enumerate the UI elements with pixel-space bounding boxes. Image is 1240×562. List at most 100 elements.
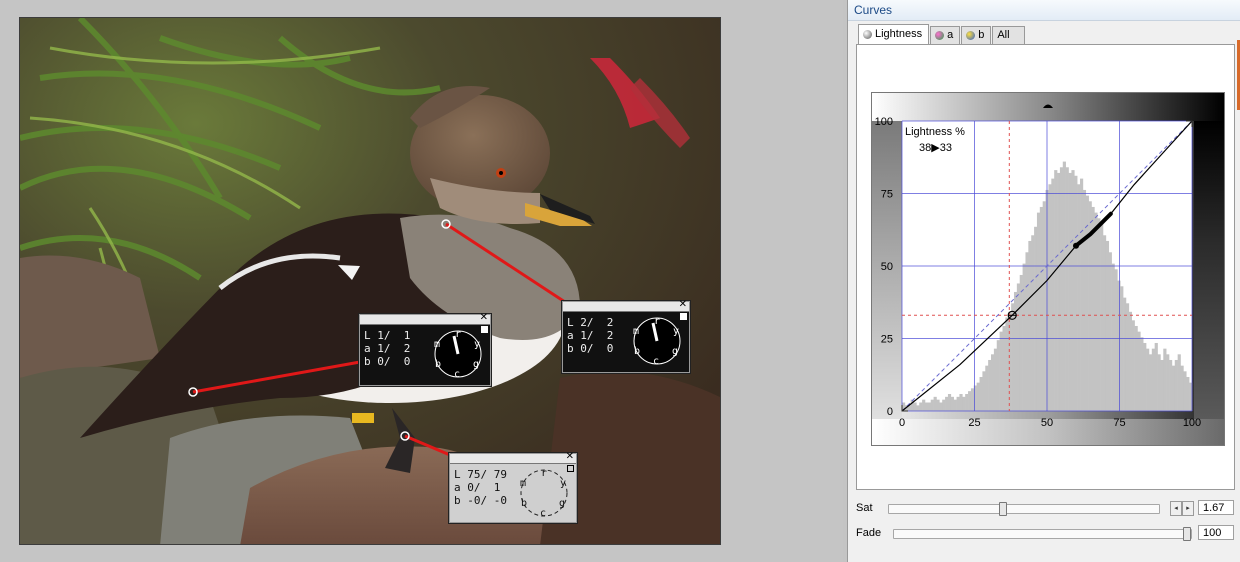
histogram-bar — [1080, 178, 1084, 411]
histogram-bar — [1160, 359, 1164, 411]
histogram-bar — [1154, 342, 1158, 411]
fade-value-field[interactable]: 100 — [1198, 525, 1234, 540]
tab-a[interactable]: a — [930, 26, 961, 44]
histogram-bar — [953, 399, 957, 411]
label-b: b — [364, 355, 378, 368]
histogram-bar — [913, 402, 917, 411]
histogram-bar — [1143, 342, 1147, 411]
histogram-bar — [1186, 376, 1190, 411]
curve-readout: 38▶33 — [919, 142, 952, 154]
histogram-bar — [939, 402, 943, 411]
b-channel-ball-icon — [966, 31, 976, 40]
svg-text:r: r — [455, 329, 461, 340]
sampler-titlebar[interactable]: ✕ — [450, 451, 576, 464]
panel-title: Curves — [848, 0, 1240, 21]
color-sampler-3[interactable]: ✕ L 75/ 79 a 0/ 1 b -0/ -0 r y m b g c — [449, 451, 577, 523]
tab-label: Lightness — [875, 28, 923, 40]
image-canvas: ✕ L 1/ 1 a 1/ 2 b 0/ 0 r y m b g c ✕ L 2… — [0, 0, 843, 562]
x-tick-label: 100 — [1183, 417, 1201, 429]
histogram-bar — [1131, 320, 1135, 411]
histogram-bar — [993, 348, 998, 411]
histogram-bar — [924, 402, 929, 411]
svg-text:m: m — [520, 478, 526, 489]
histogram-bar — [962, 396, 966, 411]
sampler-titlebar[interactable]: ✕ — [563, 299, 689, 312]
histogram-bar — [933, 396, 937, 411]
color-sampler-1[interactable]: ✕ L 1/ 1 a 1/ 2 b 0/ 0 r y m b g c — [359, 312, 491, 386]
histogram-bar — [1183, 371, 1187, 411]
histogram-bar — [1094, 212, 1098, 411]
histogram-bar — [1146, 348, 1150, 411]
histogram-bar — [968, 391, 972, 411]
sampler-menu-icon[interactable] — [680, 313, 687, 320]
histogram-bar — [1102, 235, 1107, 411]
label-a: a — [454, 481, 468, 494]
svg-text:g: g — [559, 498, 565, 509]
histogram-bar — [1169, 359, 1173, 411]
sat-value-field[interactable]: 1.67 — [1198, 500, 1234, 515]
label-a: a — [364, 342, 378, 355]
histogram-bar — [1117, 280, 1121, 411]
sampler-b-value: -0/ -0 — [467, 494, 507, 507]
svg-text:m: m — [633, 326, 639, 337]
histogram-bar — [916, 405, 920, 411]
sampler-b-value: 0/ 0 — [580, 342, 614, 355]
x-tick-label: 50 — [1041, 417, 1053, 429]
histogram-bar — [1137, 331, 1141, 411]
histogram-bar — [1114, 269, 1118, 411]
photo-duck[interactable]: ✕ L 1/ 1 a 1/ 2 b 0/ 0 r y m b g c ✕ L 2… — [19, 17, 721, 545]
sampler-titlebar[interactable]: ✕ — [360, 312, 490, 325]
y-tick-label: 100 — [875, 116, 893, 128]
close-icon[interactable]: ✕ — [480, 312, 488, 323]
tab-label: a — [947, 29, 954, 41]
svg-text:g: g — [473, 359, 479, 370]
histogram-bar — [1034, 226, 1038, 411]
histogram-bar — [1031, 235, 1035, 411]
label-l: L — [454, 468, 468, 481]
tab-b[interactable]: b — [961, 26, 992, 44]
histogram-bar — [1120, 286, 1124, 411]
histogram-bar — [1151, 348, 1155, 411]
histogram-bar — [999, 331, 1003, 411]
sampler-menu-icon[interactable] — [567, 465, 574, 472]
histogram-bar — [942, 399, 946, 411]
svg-text:b: b — [521, 498, 527, 509]
tab-all[interactable]: All — [992, 26, 1025, 44]
histogram-bar — [988, 359, 992, 411]
fade-slider-thumb[interactable] — [1183, 527, 1191, 541]
histogram-bar — [1068, 172, 1072, 411]
sampler-values: L 75/ 79 a 0/ 1 b -0/ -0 — [454, 468, 507, 507]
curve-chart[interactable]: 0 25 50 75 100 0 25 50 75 100 Lightness % 38▶33 — [872, 93, 1224, 445]
histogram-bar — [1074, 175, 1078, 411]
sat-decrease-icon[interactable]: ◂ — [1170, 501, 1182, 516]
x-tick-label: 25 — [968, 417, 980, 429]
histogram-bar — [976, 382, 980, 411]
svg-text:r: r — [654, 316, 660, 327]
histogram-bar — [1042, 201, 1046, 411]
curve-point — [1073, 242, 1079, 249]
histogram-bar — [1180, 365, 1184, 411]
histogram-bar — [1051, 178, 1055, 411]
histogram-bar — [1166, 354, 1170, 411]
lightness-ball-icon — [863, 30, 872, 39]
fade-slider[interactable] — [893, 527, 1192, 541]
histogram-bar — [1048, 184, 1052, 411]
histogram-bar — [991, 354, 995, 411]
tab-label: All — [997, 29, 1010, 41]
sat-increase-icon[interactable]: ▸ — [1182, 501, 1194, 516]
histogram-bar — [1025, 252, 1029, 411]
sat-slider-thumb[interactable] — [999, 502, 1008, 516]
histogram-bar — [1057, 172, 1061, 411]
sampler-menu-icon[interactable] — [481, 326, 488, 333]
color-sampler-2[interactable]: ✕ L 2/ 2 a 1/ 2 b 0/ 0 r y m b g c — [562, 299, 690, 373]
close-icon[interactable]: ✕ — [566, 451, 574, 462]
histogram-bar — [930, 399, 934, 411]
fade-label: Fade — [856, 527, 882, 539]
histogram-bar — [1005, 317, 1009, 411]
sampler-a-value: 1/ 2 — [377, 342, 411, 355]
close-icon[interactable]: ✕ — [679, 299, 687, 310]
sat-slider[interactable] — [888, 502, 1160, 516]
histogram-bar — [1171, 365, 1176, 411]
tab-lightness[interactable]: Lightness — [858, 24, 930, 44]
histogram-bar — [947, 393, 952, 411]
